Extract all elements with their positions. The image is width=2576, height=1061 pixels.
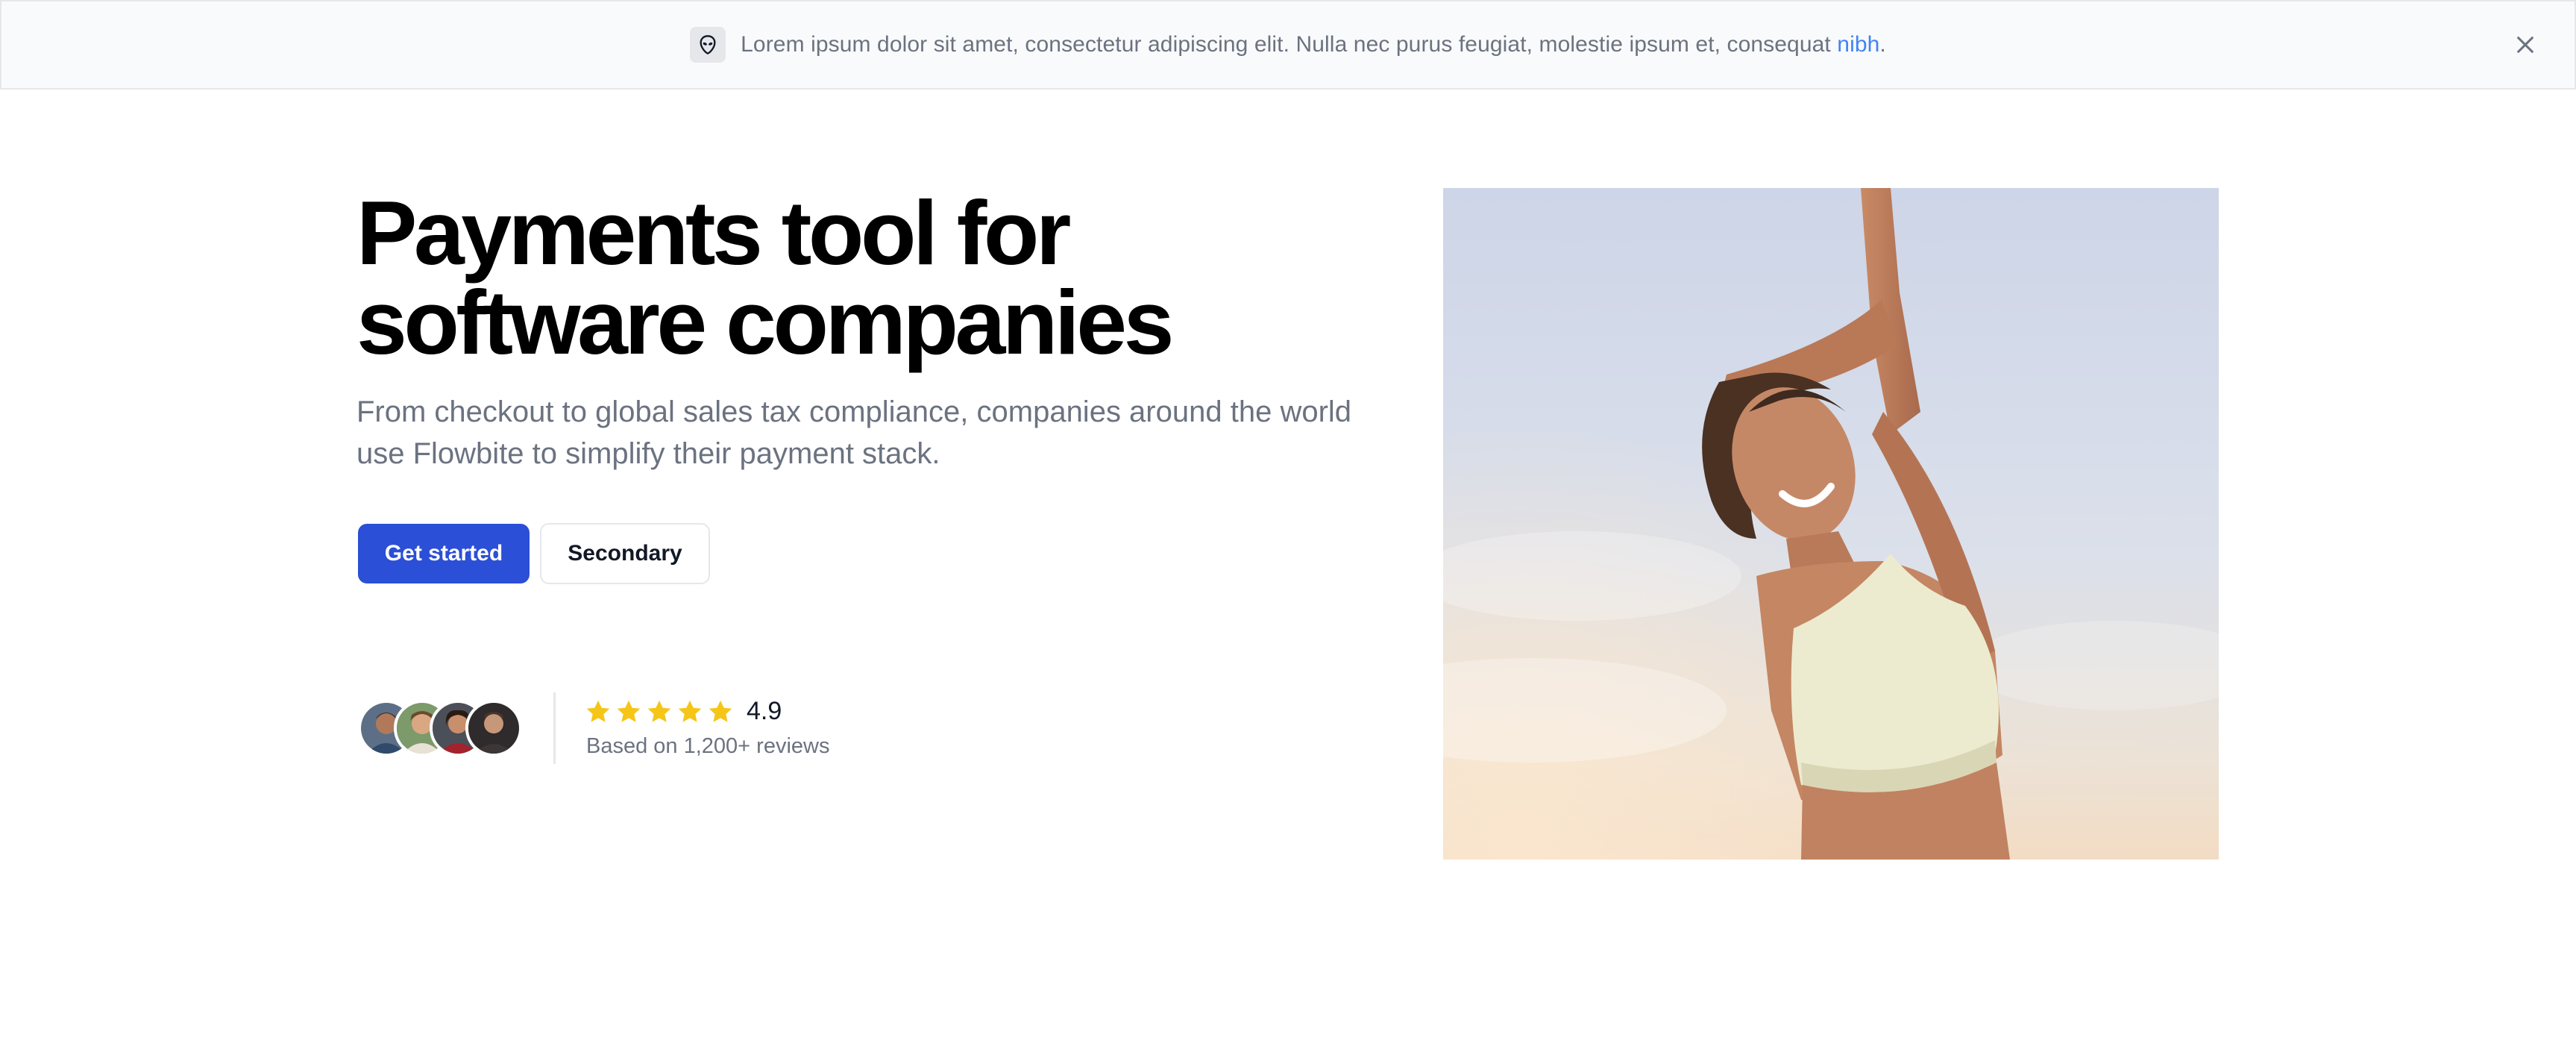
reviews-divider: [553, 692, 556, 764]
banner-link[interactable]: nibh: [1837, 32, 1879, 57]
hero-subtitle-line-2: use Flowbite to simplify their payment s…: [356, 437, 940, 470]
banner-message: Lorem ipsum dolor sit amet, consectetur …: [741, 32, 1838, 57]
banner-text: Lorem ipsum dolor sit amet, consectetur …: [741, 32, 1886, 57]
hero-title-line-1: Payments tool for: [356, 182, 1071, 284]
alien-icon: [690, 27, 726, 63]
hero-image: [1443, 188, 2219, 860]
avatar: [465, 700, 522, 757]
reviewer-avatars: [358, 700, 530, 757]
rating-stars: 4.9: [585, 697, 782, 726]
hero-title: Payments tool for software companies: [356, 182, 1326, 373]
reviews-caption: Based on 1,200+ reviews: [586, 734, 830, 758]
star-icon: [647, 700, 671, 722]
close-banner-button[interactable]: [2507, 28, 2543, 64]
secondary-button[interactable]: Secondary: [540, 523, 710, 584]
star-icon: [617, 700, 641, 722]
announcement-banner: Lorem ipsum dolor sit amet, consectetur …: [0, 0, 2576, 90]
banner-content: Lorem ipsum dolor sit amet, consectetur …: [690, 27, 1886, 63]
star-icon: [709, 700, 732, 722]
hero-subtitle-line-1: From checkout to global sales tax compli…: [356, 395, 1352, 428]
close-icon: [2515, 34, 2536, 59]
star-icon: [678, 700, 702, 722]
star-icon: [586, 700, 610, 722]
hero-subtitle: From checkout to global sales tax compli…: [356, 391, 1356, 475]
banner-trailing: .: [1879, 32, 1886, 57]
hero-title-line-2: software companies: [356, 272, 1174, 373]
rating-value: 4.9: [747, 697, 782, 725]
get-started-button[interactable]: Get started: [358, 524, 530, 583]
